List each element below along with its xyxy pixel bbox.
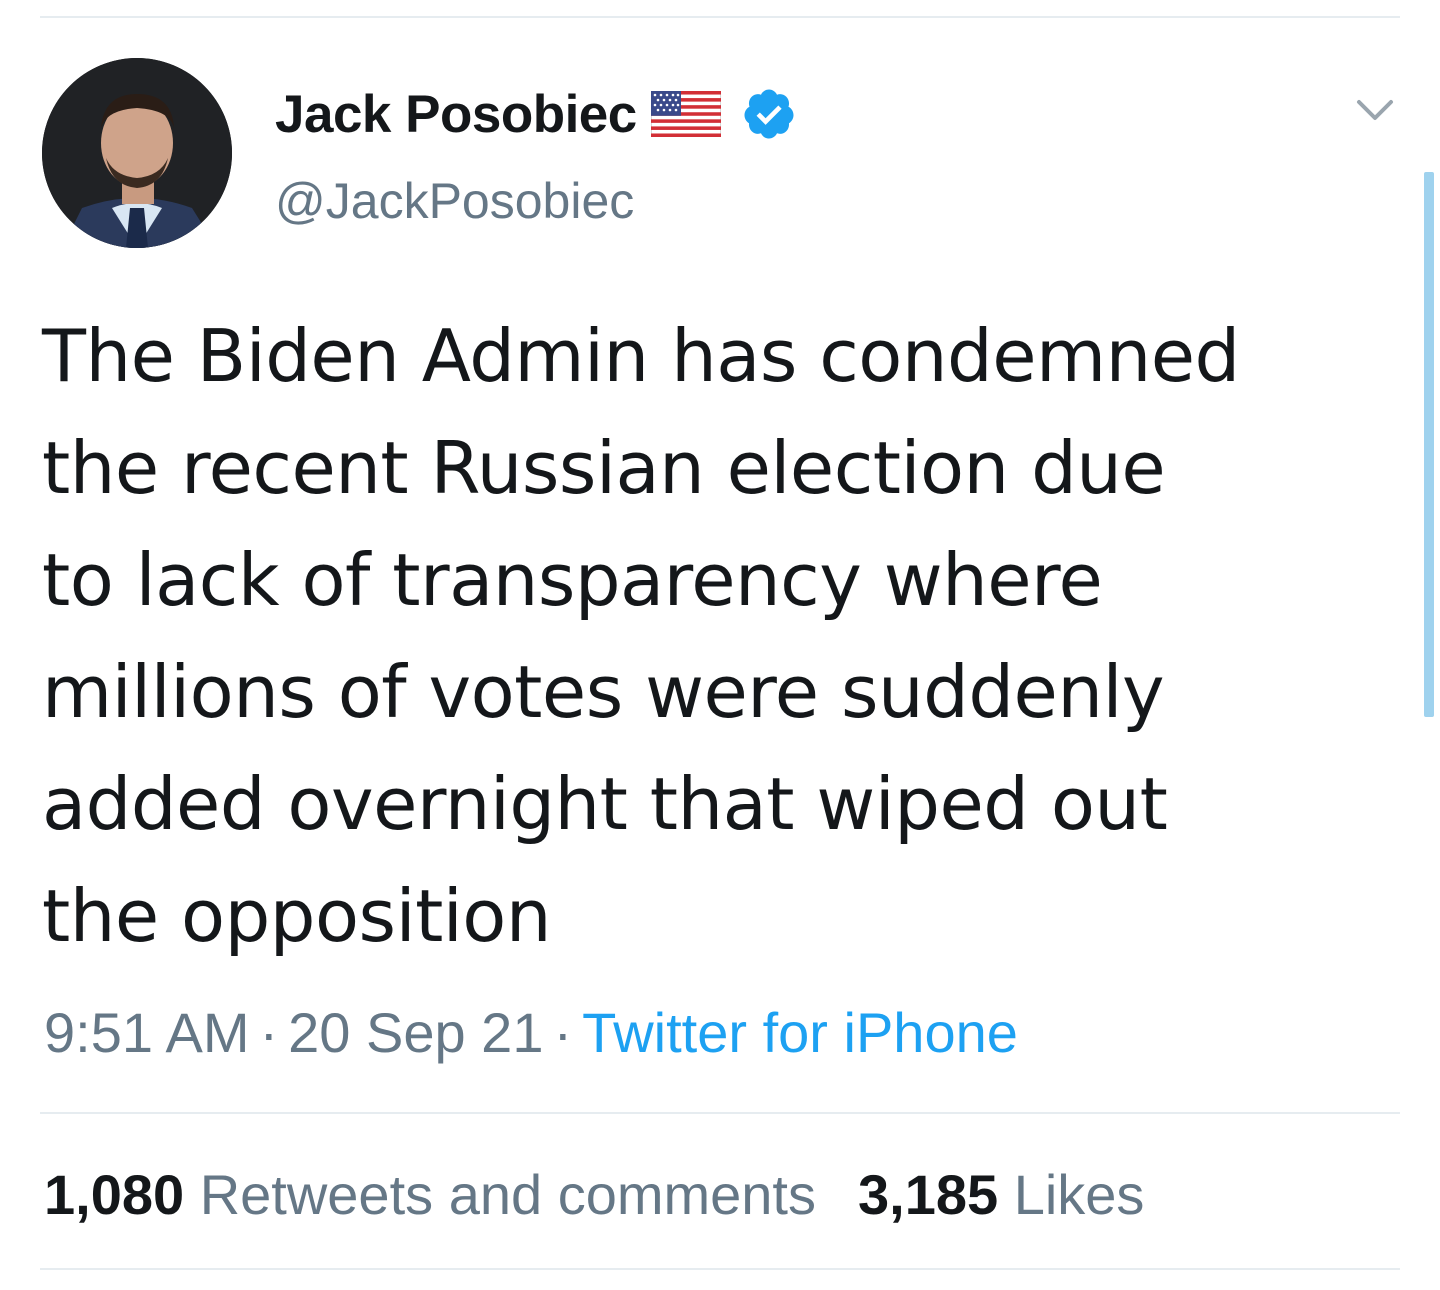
us-flag-icon — [650, 90, 722, 138]
tweet-date[interactable]: 20 Sep 21 — [288, 1001, 543, 1064]
tweet-stats: 1,080 Retweets and comments 3,185 Likes — [44, 1162, 1144, 1227]
meta-separator: · — [259, 1001, 279, 1064]
display-name[interactable]: Jack Posobiec — [275, 84, 637, 145]
tweet-source-link[interactable]: Twitter for iPhone — [582, 1001, 1018, 1064]
likes-count: 3,185 — [857, 1163, 999, 1226]
tweet-text: The Biden Admin has condemned the recent… — [42, 314, 1240, 958]
scrollbar[interactable] — [1424, 172, 1434, 717]
retweets-stat[interactable]: 1,080 Retweets and comments — [44, 1162, 816, 1227]
likes-stat[interactable]: 3,185 Likes — [858, 1162, 1144, 1227]
avatar[interactable] — [42, 58, 232, 248]
likes-label: Likes — [1013, 1163, 1145, 1226]
meta-separator: · — [553, 1001, 573, 1064]
tweet-time[interactable]: 9:51 AM — [44, 1001, 249, 1064]
avatar-image — [42, 58, 232, 248]
top-divider — [40, 16, 1400, 18]
retweets-count: 1,080 — [44, 1163, 185, 1226]
author-handle[interactable]: @JackPosobiec — [275, 172, 634, 230]
chevron-down-icon[interactable] — [1355, 96, 1395, 124]
bottom-divider — [40, 1268, 1400, 1270]
verified-badge-icon — [741, 86, 797, 142]
stats-divider — [40, 1112, 1400, 1114]
author-name-row[interactable]: Jack Posobiec — [275, 82, 797, 146]
tweet-meta: 9:51 AM · 20 Sep 21 · Twitter for iPhone — [44, 1000, 1018, 1065]
retweets-label: Retweets and comments — [199, 1163, 816, 1226]
